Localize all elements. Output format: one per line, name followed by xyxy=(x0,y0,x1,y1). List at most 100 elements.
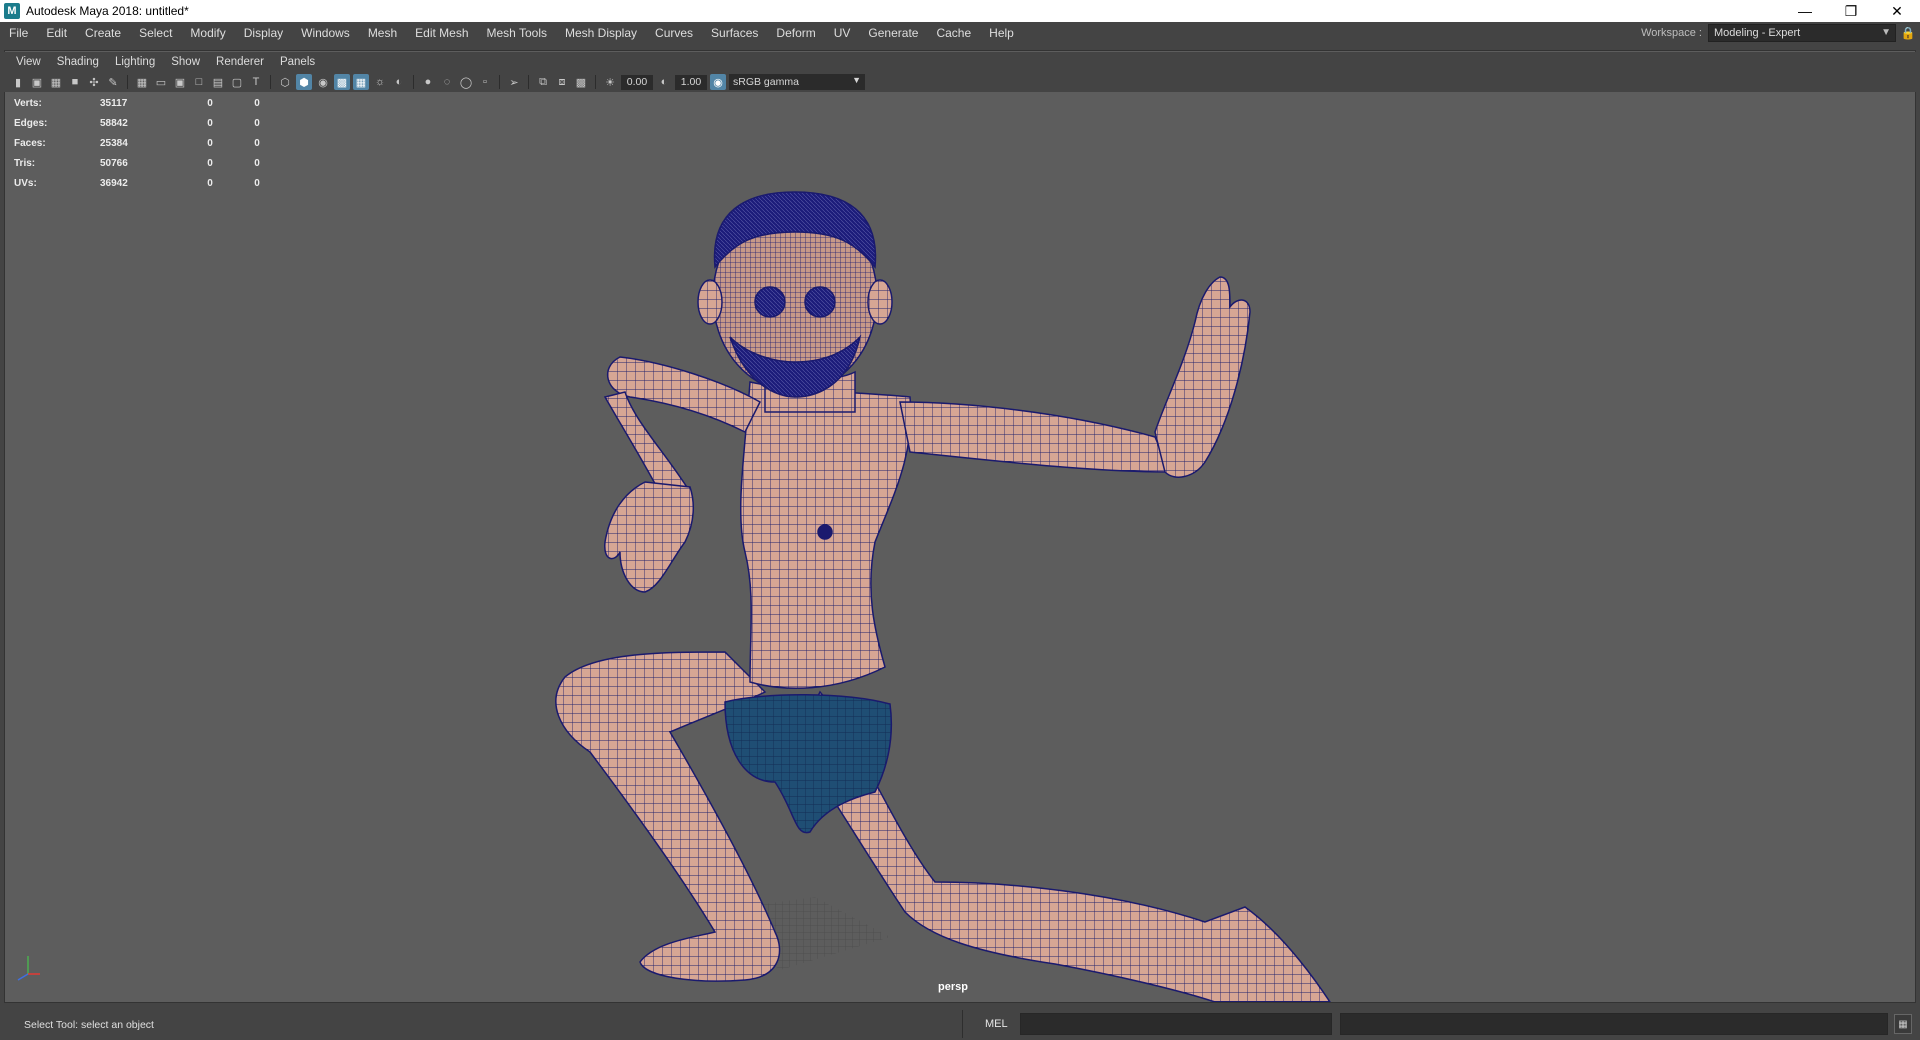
safe-action-icon[interactable]: ▢ xyxy=(229,74,245,90)
isolate-select-icon[interactable]: ➢ xyxy=(506,74,522,90)
hud-row-uvs: UVs: 36942 0 0 xyxy=(14,173,272,193)
workspace-dropdown[interactable]: Modeling - Expert ▼ xyxy=(1708,24,1896,42)
shadows-icon[interactable]: ◐ xyxy=(391,74,407,90)
hud-value-components: 0 xyxy=(254,137,260,149)
hud-value-selected: 0 xyxy=(207,97,213,109)
character-mesh[interactable] xyxy=(555,191,1331,1002)
image-plane-icon[interactable]: ■ xyxy=(67,74,83,90)
menu-modify[interactable]: Modify xyxy=(181,26,234,40)
hud-row-edges: Edges: 58842 0 0 xyxy=(14,113,272,133)
wireframe-on-shaded-icon[interactable]: ▩ xyxy=(334,74,350,90)
select-camera-icon[interactable]: ▮ xyxy=(10,74,26,90)
menu-mesh-tools[interactable]: Mesh Tools xyxy=(478,26,556,40)
menu-cache[interactable]: Cache xyxy=(927,26,980,40)
wireframe-icon[interactable]: ⬡ xyxy=(277,74,293,90)
menu-help[interactable]: Help xyxy=(980,26,1023,40)
panel-menubar: View Shading Lighting Show Renderer Pane… xyxy=(4,52,1916,72)
panel-menu-view[interactable]: View xyxy=(8,56,49,68)
exposure-icon[interactable]: ☀ xyxy=(602,74,618,90)
close-icon[interactable]: ✕ xyxy=(1874,0,1920,22)
field-chart-icon[interactable]: ▤ xyxy=(210,74,226,90)
panel-menu-lighting[interactable]: Lighting xyxy=(107,56,163,68)
chevron-down-icon: ▼ xyxy=(852,75,861,85)
resolution-gate-icon[interactable]: ▣ xyxy=(172,74,188,90)
xray-joints-icon[interactable]: ▩ xyxy=(573,74,589,90)
color-management-icon[interactable]: ◉ xyxy=(710,74,726,90)
bookmark-icon[interactable]: ▦ xyxy=(48,74,64,90)
viewport-scene xyxy=(555,191,1331,1002)
hud-value: 36942 xyxy=(100,177,128,189)
menu-surfaces[interactable]: Surfaces xyxy=(702,26,767,40)
menu-uv[interactable]: UV xyxy=(825,26,860,40)
lock-icon[interactable]: 🔒 xyxy=(1896,24,1920,42)
use-all-lights-icon[interactable]: ☼ xyxy=(372,74,388,90)
hud-row-verts: Verts: 35117 0 0 xyxy=(14,93,272,113)
command-line-input[interactable] xyxy=(1020,1013,1332,1035)
menu-display[interactable]: Display xyxy=(235,26,292,40)
toolbar-divider xyxy=(595,75,596,89)
panel-menu-shading[interactable]: Shading xyxy=(49,56,107,68)
menu-deform[interactable]: Deform xyxy=(767,26,824,40)
minimize-icon[interactable]: — xyxy=(1782,0,1828,22)
status-divider xyxy=(962,1010,963,1038)
window-title: Autodesk Maya 2018: untitled* xyxy=(26,4,189,18)
view-transform-dropdown[interactable]: sRGB gamma ▼ xyxy=(729,74,865,90)
left-hand xyxy=(604,481,695,593)
hud-value-components: 0 xyxy=(254,117,260,129)
default-material-icon[interactable]: ◉ xyxy=(315,74,331,90)
hud-label: Verts: xyxy=(14,97,42,109)
hud-value-selected: 0 xyxy=(207,117,213,129)
poly-count-hud: Verts: 35117 0 0 Edges: 58842 0 0 Faces:… xyxy=(14,93,272,193)
two-d-pan-icon[interactable]: ✣ xyxy=(86,74,102,90)
xray-icon[interactable]: ⧉ xyxy=(535,74,551,90)
3d-viewport[interactable] xyxy=(5,92,1915,1002)
menu-file[interactable]: File xyxy=(0,26,37,40)
mel-language-toggle[interactable]: MEL xyxy=(985,1018,1008,1030)
depth-of-field-icon[interactable]: ▫ xyxy=(477,74,493,90)
safe-title-icon[interactable]: T xyxy=(248,74,264,90)
gate-mask-icon[interactable]: □ xyxy=(191,74,207,90)
menu-select[interactable]: Select xyxy=(130,26,181,40)
menu-generate[interactable]: Generate xyxy=(859,26,927,40)
menu-mesh[interactable]: Mesh xyxy=(359,26,406,40)
chevron-down-icon: ▼ xyxy=(1881,27,1891,38)
menu-mesh-display[interactable]: Mesh Display xyxy=(556,26,646,40)
hud-label: Tris: xyxy=(14,157,36,169)
restore-icon[interactable]: ❐ xyxy=(1828,0,1874,22)
toolbar-divider xyxy=(270,75,271,89)
panel-menu-panels[interactable]: Panels xyxy=(272,56,323,68)
toolbar-divider xyxy=(127,75,128,89)
panel-menu-renderer[interactable]: Renderer xyxy=(208,56,272,68)
hud-value-selected: 0 xyxy=(207,177,213,189)
hud-label: Faces: xyxy=(14,137,46,149)
hud-value-components: 0 xyxy=(254,97,260,109)
menu-create[interactable]: Create xyxy=(76,26,130,40)
window-controls: — ❐ ✕ xyxy=(1782,0,1920,22)
menu-edit-mesh[interactable]: Edit Mesh xyxy=(406,26,477,40)
menu-curves[interactable]: Curves xyxy=(646,26,702,40)
film-gate-icon[interactable]: ▭ xyxy=(153,74,169,90)
motion-blur-icon[interactable]: ◌ xyxy=(439,74,455,90)
anti-aliasing-icon[interactable]: ◯ xyxy=(458,74,474,90)
smooth-shade-icon[interactable]: ⬢ xyxy=(296,74,312,90)
hud-row-tris: Tris: 50766 0 0 xyxy=(14,153,272,173)
hud-label: UVs: xyxy=(14,177,37,189)
menu-edit[interactable]: Edit xyxy=(37,26,76,40)
exposure-field[interactable]: 0.00 xyxy=(621,74,653,90)
gamma-icon[interactable]: ◐ xyxy=(656,74,672,90)
hud-value: 50766 xyxy=(100,157,128,169)
xray-active-components-icon[interactable]: ⧈ xyxy=(554,74,570,90)
hud-label: Edges: xyxy=(14,117,48,129)
grid-icon[interactable]: ▦ xyxy=(134,74,150,90)
gamma-field[interactable]: 1.00 xyxy=(675,74,707,90)
hud-row-faces: Faces: 25384 0 0 xyxy=(14,133,272,153)
hud-value-components: 0 xyxy=(254,177,260,189)
textured-icon[interactable]: ▦ xyxy=(353,74,369,90)
screen-space-ao-icon[interactable]: ● xyxy=(420,74,436,90)
script-editor-icon[interactable]: ▦ xyxy=(1894,1014,1912,1034)
camera-attributes-icon[interactable]: ▣ xyxy=(29,74,45,90)
workspace-label: Workspace : xyxy=(1641,27,1702,39)
panel-menu-show[interactable]: Show xyxy=(163,56,208,68)
grease-pencil-icon[interactable]: ✎ xyxy=(105,74,121,90)
menu-windows[interactable]: Windows xyxy=(292,26,359,40)
